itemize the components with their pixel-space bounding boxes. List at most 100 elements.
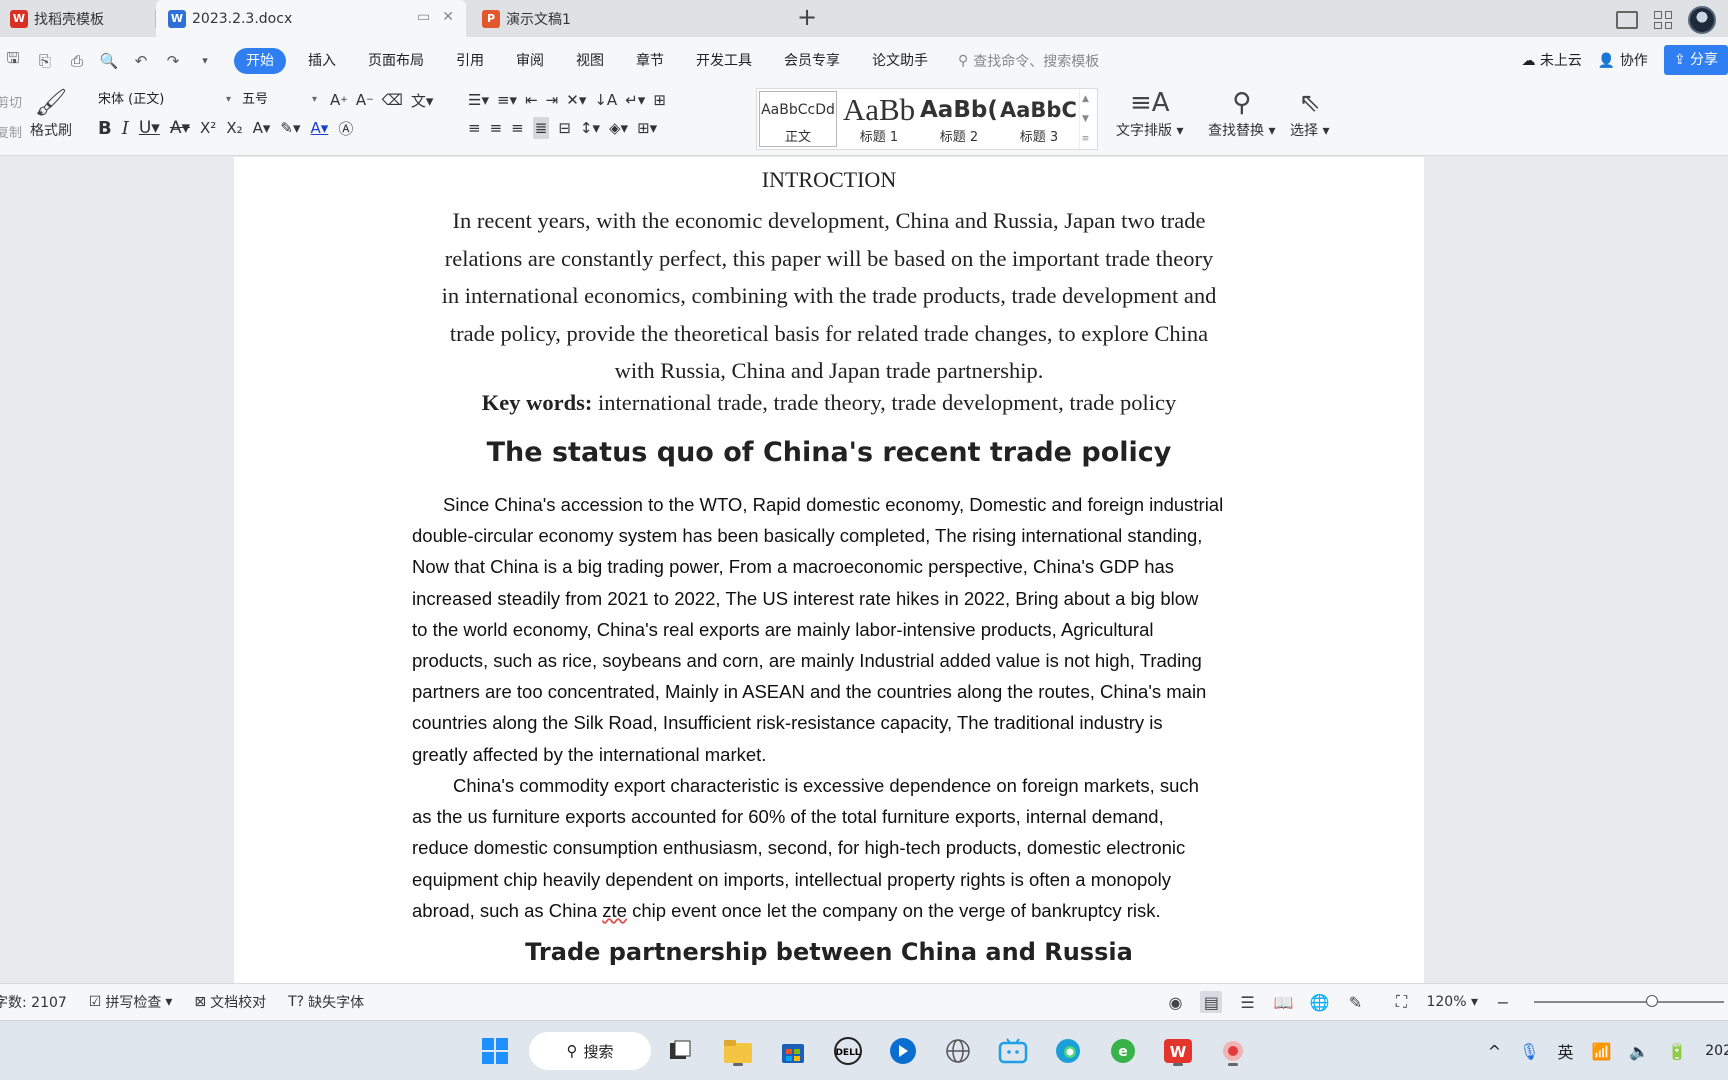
justify-icon[interactable]: ≣	[532, 117, 550, 139]
underline-button[interactable]: U▾	[139, 117, 160, 139]
spelling-error-word[interactable]: zte	[602, 900, 627, 921]
eye-protection-icon[interactable]: ◉	[1164, 991, 1186, 1013]
tab-document[interactable]: W 2023.2.3.docx ▭ ✕	[156, 0, 466, 37]
find-replace-button[interactable]: ⚲ 查找替换 ▾	[1208, 86, 1275, 140]
font-name-select[interactable]: 宋体 (正文)	[94, 88, 234, 112]
clock[interactable]: 202	[1705, 1043, 1728, 1059]
shading-icon[interactable]: ◈▾	[609, 117, 628, 139]
new-tab-button[interactable]: +	[793, 3, 821, 31]
command-search[interactable]: ⚲ 查找命令、搜索模板	[958, 51, 1099, 71]
font-color-button[interactable]: A▾	[311, 117, 329, 139]
page-view-icon[interactable]: ▤	[1200, 991, 1223, 1013]
gallery-expand-icon[interactable]: ≡	[1082, 134, 1090, 144]
green-browser-icon[interactable]: e	[1105, 1033, 1141, 1069]
menu-section[interactable]: 章节	[620, 48, 680, 74]
volume-icon[interactable]: 🔈	[1629, 1042, 1649, 1061]
word-count[interactable]: 字数: 2107	[0, 992, 67, 1012]
menu-review[interactable]: 审阅	[500, 48, 560, 74]
edge-browser-icon[interactable]	[1050, 1033, 1086, 1069]
strikethrough-button[interactable]: A▾	[170, 117, 190, 139]
highlight-icon[interactable]: ✎▾	[280, 117, 300, 139]
store-icon[interactable]	[775, 1033, 811, 1069]
taskbar-search[interactable]: ⚲ 搜索	[529, 1032, 651, 1070]
chinese-layout-icon[interactable]: ✕▾	[566, 89, 586, 111]
text-effect-button[interactable]: A▾	[253, 117, 271, 139]
style-normal[interactable]: AaBbCcDd 正文	[759, 91, 837, 147]
subscript-button[interactable]: X₂	[226, 117, 242, 139]
align-right-icon[interactable]: ≡	[511, 117, 524, 139]
text-layout-button[interactable]: ≡A 文字排版 ▾	[1116, 86, 1183, 140]
customize-toolbar-icon[interactable]: ▾	[194, 50, 216, 72]
battery-icon[interactable]: 🔋	[1667, 1042, 1687, 1061]
char-border-icon[interactable]: Ⓐ	[338, 117, 353, 139]
shrink-font-icon[interactable]: A −	[356, 89, 374, 111]
print-preview-icon[interactable]: 🔍	[98, 50, 120, 72]
fit-page-icon[interactable]: ⛶	[1390, 991, 1412, 1013]
borders-icon[interactable]: ⊞▾	[637, 117, 657, 139]
gallery-scroll[interactable]: ▲ ▼ ≡	[1079, 89, 1091, 149]
line-spacing-icon[interactable]: ↕▾	[580, 117, 600, 139]
wifi-icon[interactable]: 📶	[1592, 1042, 1612, 1061]
collaborate-button[interactable]: 👤 协作	[1598, 50, 1648, 70]
avatar[interactable]	[1688, 6, 1716, 34]
writing-mode-icon[interactable]: ✎	[1344, 991, 1366, 1013]
select-button[interactable]: ⇖ 选择 ▾	[1290, 86, 1329, 140]
format-painter-button[interactable]: 🖌 格式刷	[30, 86, 72, 140]
menu-member[interactable]: 会员专享	[768, 48, 856, 74]
web-view-icon[interactable]: 🌐	[1308, 991, 1330, 1013]
document-page[interactable]: INTROCTION In recent years, with the eco…	[234, 157, 1424, 983]
chevron-up-icon[interactable]: ^	[1488, 1042, 1501, 1061]
outline-view-icon[interactable]: ☰	[1236, 991, 1258, 1013]
bold-button[interactable]: B	[98, 117, 112, 139]
cloud-sync-button[interactable]: ☁ 未上云	[1521, 50, 1581, 70]
superscript-button[interactable]: X²	[200, 117, 216, 139]
chevron-up-icon[interactable]: ▲	[1082, 94, 1089, 104]
ruler-icon[interactable]: ⊞	[653, 89, 666, 111]
support-assist-icon[interactable]	[885, 1033, 921, 1069]
bullet-list-icon[interactable]: ☰▾	[468, 89, 489, 111]
tab-presentation[interactable]: P 演示文稿1	[470, 0, 780, 37]
globe-icon[interactable]	[940, 1033, 976, 1069]
menu-view[interactable]: 视图	[560, 48, 620, 74]
pin-window-icon[interactable]: ▭	[417, 9, 430, 25]
increase-indent-icon[interactable]: ⇥	[546, 89, 559, 111]
zoom-level[interactable]: 120% ▾	[1426, 994, 1478, 1010]
align-left-icon[interactable]: ≡	[468, 117, 481, 139]
dell-icon[interactable]: DELL	[830, 1033, 866, 1069]
menu-home[interactable]: 开始	[234, 47, 286, 74]
print-icon[interactable]: ⎙	[66, 50, 88, 72]
export-icon[interactable]: ⎘	[34, 50, 56, 72]
style-heading-2[interactable]: AaBb( 标题 2	[919, 89, 999, 149]
reading-view-icon[interactable]: 📖	[1272, 991, 1294, 1013]
redo-icon[interactable]: ↷	[162, 50, 184, 72]
menu-insert[interactable]: 插入	[292, 48, 352, 74]
zoom-slider-handle[interactable]	[1645, 995, 1658, 1007]
chevron-down-icon[interactable]: ▼	[1082, 114, 1089, 124]
screen-recorder-icon[interactable]	[1215, 1033, 1251, 1069]
phonetic-guide-icon[interactable]: 文▾	[411, 89, 434, 111]
sort-icon[interactable]: ↓A	[594, 89, 617, 111]
menu-page-layout[interactable]: 页面布局	[352, 48, 440, 74]
document-canvas[interactable]: INTROCTION In recent years, with the eco…	[0, 157, 1728, 983]
show-marks-icon[interactable]: ↵▾	[625, 89, 645, 111]
spell-check-button[interactable]: ☑ 拼写检查 ▾	[89, 992, 173, 1012]
close-tab-icon[interactable]: ✕	[442, 9, 454, 25]
ime-indicator[interactable]: 英	[1557, 1039, 1573, 1063]
bilibili-icon[interactable]	[995, 1033, 1031, 1069]
doc-proof-button[interactable]: ⊠ 文档校对	[194, 992, 266, 1012]
decrease-indent-icon[interactable]: ⇤	[525, 89, 538, 111]
menu-paper-assistant[interactable]: 论文助手	[856, 48, 944, 74]
font-size-select[interactable]: 五号	[238, 88, 320, 112]
wps-office-icon[interactable]: W	[1160, 1033, 1196, 1069]
distributed-icon[interactable]: ⊟	[558, 117, 571, 139]
zoom-slider[interactable]	[1534, 995, 1724, 1007]
tab-docer-templates[interactable]: W 找稻壳模板	[0, 0, 155, 37]
numbered-list-icon[interactable]: ≡▾	[497, 89, 517, 111]
windows-start-icon[interactable]	[477, 1033, 513, 1069]
grow-font-icon[interactable]: A +	[330, 89, 348, 111]
microphone-icon[interactable]: 🎙	[1519, 1042, 1539, 1061]
cut-button[interactable]: 剪切	[0, 92, 22, 111]
italic-button[interactable]: I	[122, 117, 129, 139]
missing-fonts-button[interactable]: T? 缺失字体	[288, 992, 364, 1012]
style-heading-3[interactable]: AaBbC 标题 3	[999, 89, 1079, 149]
